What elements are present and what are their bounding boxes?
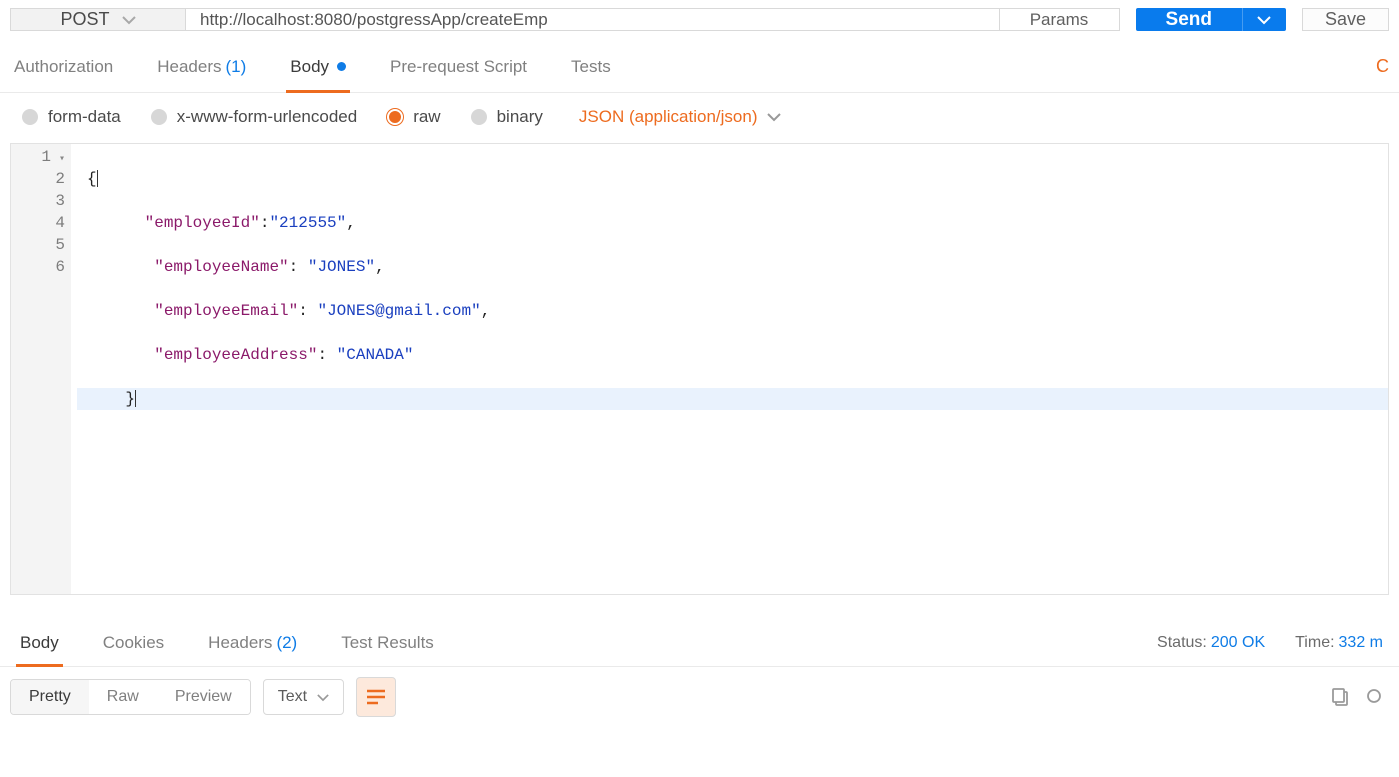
radio-icon xyxy=(151,109,167,125)
copy-icon[interactable] xyxy=(1331,687,1351,707)
tab-authorization[interactable]: Authorization xyxy=(10,41,117,92)
body-type-raw[interactable]: raw xyxy=(387,107,440,127)
json-value: "CANADA" xyxy=(337,346,414,364)
headers-count: (1) xyxy=(226,57,247,77)
response-tab-headers[interactable]: Headers (2) xyxy=(204,619,301,666)
tab-body[interactable]: Body xyxy=(286,41,350,92)
body-type-binary[interactable]: binary xyxy=(471,107,543,127)
json-value: "212555" xyxy=(269,214,346,232)
response-time: 332 m xyxy=(1339,634,1383,651)
line-wrap-icon xyxy=(366,689,386,705)
save-button[interactable]: Save xyxy=(1302,8,1389,31)
radio-icon xyxy=(22,109,38,125)
editor-gutter: 1 ▾ 2 3 4 5 6 xyxy=(11,144,71,594)
response-meta: Status:200 OK Time:332 m xyxy=(1157,634,1383,652)
chevron-down-icon xyxy=(317,693,329,702)
tab-tests[interactable]: Tests xyxy=(567,41,615,92)
request-url-input[interactable] xyxy=(186,9,999,30)
tabs-overflow: C xyxy=(1376,56,1389,77)
radio-icon xyxy=(471,109,487,125)
send-button[interactable]: Send xyxy=(1136,8,1242,31)
body-type-form-data[interactable]: form-data xyxy=(22,107,121,127)
request-body-editor[interactable]: 1 ▾ 2 3 4 5 6 { "employeeId":"212555", "… xyxy=(10,143,1389,595)
unsaved-dot-icon xyxy=(337,62,346,71)
json-value: "JONES" xyxy=(308,258,375,276)
chevron-down-icon xyxy=(1257,15,1271,25)
tab-headers[interactable]: Headers (1) xyxy=(153,41,250,92)
tab-pre-request-script[interactable]: Pre-request Script xyxy=(386,41,531,92)
response-tab-cookies[interactable]: Cookies xyxy=(99,619,168,666)
http-method-select[interactable]: POST xyxy=(11,9,186,30)
response-tab-test-results[interactable]: Test Results xyxy=(337,619,438,666)
params-button[interactable]: Params xyxy=(999,9,1119,30)
chevron-down-icon xyxy=(767,112,781,122)
body-type-urlencoded[interactable]: x-www-form-urlencoded xyxy=(151,107,357,127)
chevron-down-icon xyxy=(122,15,136,25)
radio-icon xyxy=(387,109,403,125)
response-headers-count: (2) xyxy=(276,633,297,653)
response-tab-body[interactable]: Body xyxy=(16,619,63,666)
response-status: 200 OK xyxy=(1211,634,1265,651)
http-method-value: POST xyxy=(60,9,109,30)
response-view-mode: Pretty Raw Preview xyxy=(10,679,251,715)
search-icon[interactable] xyxy=(1365,687,1385,707)
response-format-select[interactable]: Text xyxy=(263,679,344,715)
toggle-line-wrap-button[interactable] xyxy=(356,677,396,717)
response-view-preview[interactable]: Preview xyxy=(157,680,250,714)
response-view-pretty[interactable]: Pretty xyxy=(11,680,89,714)
editor-content[interactable]: { "employeeId":"212555", "employeeName":… xyxy=(71,144,1388,594)
response-view-raw[interactable]: Raw xyxy=(89,680,157,714)
content-type-select[interactable]: JSON (application/json) xyxy=(579,107,782,127)
send-dropdown-button[interactable] xyxy=(1242,8,1286,31)
json-value: "JONES@gmail.com" xyxy=(317,302,480,320)
